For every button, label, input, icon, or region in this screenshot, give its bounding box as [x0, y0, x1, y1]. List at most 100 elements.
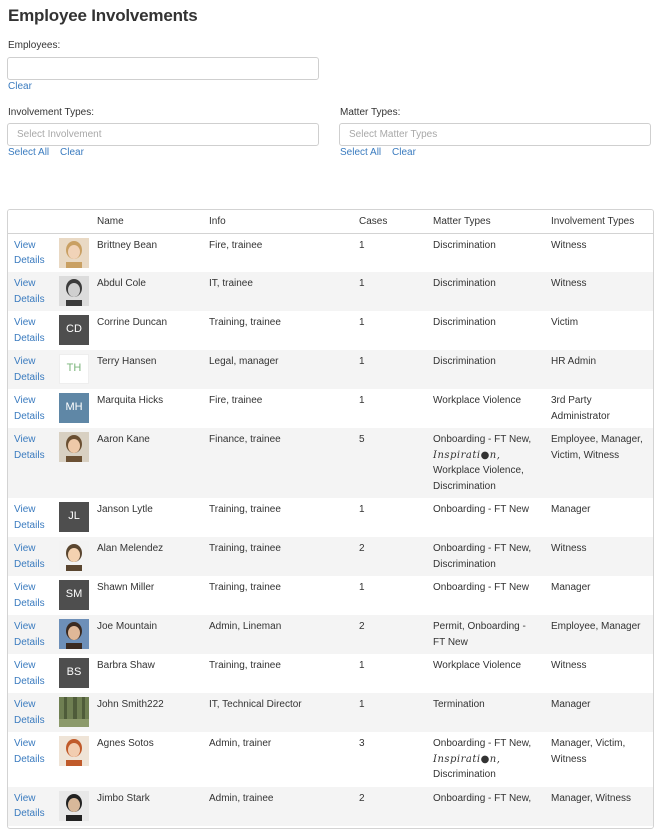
table-row: View Details JL Janson Lytle Training, train…	[8, 498, 653, 537]
view-details-link[interactable]: View Details	[14, 793, 45, 820]
employee-info: Admin, trainee	[209, 786, 359, 826]
view-details-link[interactable]: View Details	[14, 317, 45, 344]
view-details-cell: View Details	[8, 615, 59, 654]
table-row: View Details Alan Melendez Training, traine…	[8, 537, 653, 576]
employee-info: Training, trainee	[209, 582, 281, 593]
involvement-types-select[interactable]: Select Involvement	[7, 123, 319, 146]
table-row: View Details Brittney Bean Fire, trainee 1 Di…	[8, 233, 653, 272]
table-row: View Details John Smith222 IT, Technical Di…	[8, 693, 653, 732]
employee-name: Brittney Bean	[97, 239, 158, 251]
avatar	[59, 736, 89, 766]
employee-info: Fire, trainee	[209, 239, 263, 251]
header-matter-types[interactable]: Matter Types	[433, 210, 551, 234]
view-details-cell: View Details	[8, 311, 59, 350]
involvement-types-cell: Manager	[551, 693, 653, 732]
employee-name: Janson Lytle	[97, 504, 153, 515]
matter-types-cell: Onboarding - FT New, Inspirati●n, Workplac…	[433, 428, 551, 498]
view-details-link[interactable]: View Details	[14, 543, 45, 570]
avatar	[59, 697, 89, 727]
employee-name: Alan Melendez	[97, 537, 209, 576]
view-details-link[interactable]: View Details	[14, 434, 45, 461]
cases-count: 1	[359, 317, 365, 328]
view-details-link[interactable]: View Details	[14, 356, 45, 383]
avatar: MH	[59, 393, 89, 423]
cases-count: 1	[359, 272, 433, 311]
employees-input[interactable]	[7, 57, 319, 80]
employees-clear-link[interactable]: Clear	[8, 81, 32, 92]
employee-name: Marquita Hicks	[97, 395, 164, 406]
view-details-link[interactable]: View Details	[14, 504, 45, 531]
header-name[interactable]: Name	[97, 210, 209, 234]
matter-types-cell: Onboarding - FT New,	[433, 786, 551, 826]
matter-clear-link[interactable]: Clear	[392, 147, 416, 158]
employee-info: Admin, trainer	[209, 738, 272, 749]
involvement-types-cell: Manager	[551, 582, 591, 593]
employee-name: Shawn Miller	[97, 582, 155, 593]
cases-count: 1	[359, 660, 365, 671]
involvement-types-cell: Manager, Victim, Witness	[551, 738, 626, 765]
table-row: View Details Aaron Kane Finance, trainee 5 On…	[8, 428, 653, 498]
involvement-types-cell: Witness	[551, 537, 653, 576]
involvement-select-all-link[interactable]: Select All	[8, 147, 49, 158]
table-row: View Details Joe Mountain Admin, Lineman 2 Pe…	[8, 615, 653, 654]
employees-label: Employees:	[8, 40, 61, 51]
matter-types-placeholder: Select Matter Types	[349, 129, 438, 140]
avatar	[59, 432, 89, 462]
table-row: View Details SM Shawn Miller Training, train…	[8, 576, 653, 615]
matter-types-select[interactable]: Select Matter Types	[339, 123, 651, 146]
cases-count: 1	[359, 504, 365, 515]
employee-info: Admin, Lineman	[209, 615, 359, 654]
matter-types-cell: Discrimination	[433, 317, 496, 328]
cases-count: 3	[359, 738, 365, 749]
view-details-link[interactable]: View Details	[14, 582, 45, 609]
involvement-types-cell: 3rd Party Administrator	[551, 395, 610, 422]
header-info[interactable]: Info	[209, 210, 359, 234]
view-details-link[interactable]: View Details	[14, 660, 45, 687]
view-details-cell: View Details	[8, 389, 59, 428]
table-row: View Details MH Marquita Hicks Fire, trainee…	[8, 389, 653, 428]
employee-name: Barbra Shaw	[97, 660, 155, 671]
view-details-link[interactable]: View Details	[14, 395, 45, 422]
employee-name: Aaron Kane	[97, 428, 209, 498]
cases-count: 2	[359, 537, 433, 576]
matter-types-cell: Onboarding - FT New, Discrimination	[433, 537, 551, 576]
view-details-cell: View Details	[8, 350, 59, 389]
matter-types-cell: Workplace Violence	[433, 395, 522, 406]
employee-name: Corrine Duncan	[97, 317, 168, 328]
involvement-types-cell: Witness	[551, 272, 653, 311]
table-row: View Details Jimbo Stark Admin, trainee 2 Onb…	[8, 786, 653, 826]
employee-info: Legal, manager	[209, 350, 359, 389]
matter-types-cell: Permit, Onboarding - FT New	[433, 615, 551, 654]
avatar	[59, 237, 89, 268]
view-details-link[interactable]: View Details	[14, 278, 45, 305]
involvement-clear-link[interactable]: Clear	[60, 147, 84, 158]
employee-name: Abdul Cole	[97, 272, 209, 311]
table-row: View Details TH Terry Hansen Legal, manager 1…	[8, 350, 653, 389]
matter-types-cell: Discrimination	[433, 350, 551, 389]
employee-name: Jimbo Stark	[97, 786, 209, 826]
view-details-cell: View Details	[8, 428, 59, 498]
view-details-cell: View Details	[8, 576, 59, 615]
view-details-cell: View Details	[8, 498, 59, 537]
involvement-types-cell: HR Admin	[551, 350, 653, 389]
employee-info: Training, trainee	[209, 504, 281, 515]
view-details-cell: View Details	[8, 233, 59, 272]
table-row: View Details CD Corrine Duncan Training, tra…	[8, 311, 653, 350]
view-details-link[interactable]: View Details	[14, 699, 45, 726]
cases-count: 1	[359, 693, 433, 732]
avatar: BS	[59, 658, 89, 688]
involvement-types-cell: Witness	[551, 239, 587, 251]
view-details-link[interactable]: View Details	[14, 621, 45, 648]
header-cases[interactable]: Cases	[359, 210, 433, 234]
matter-types-cell: Workplace Violence	[433, 660, 522, 671]
view-details-link[interactable]: View Details	[14, 738, 45, 765]
view-details-link[interactable]: View Details	[14, 240, 45, 267]
employee-info: Training, trainee	[209, 537, 359, 576]
matter-select-all-link[interactable]: Select All	[340, 147, 381, 158]
header-involvement-types[interactable]: Involvement Types	[551, 210, 653, 234]
cases-count: 1	[359, 582, 365, 593]
cases-count: 1	[359, 350, 433, 389]
avatar	[59, 619, 89, 649]
involvements-table: Name Info Cases Matter Types Involvement…	[7, 209, 654, 829]
avatar: CD	[59, 315, 89, 345]
